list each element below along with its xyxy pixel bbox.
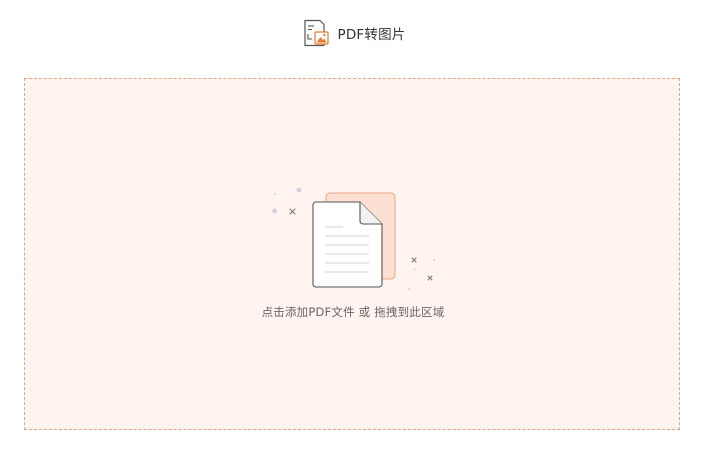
sparkle-dot-icon xyxy=(413,268,416,271)
sparkle-dot-icon xyxy=(408,288,410,290)
header: PDF转图片 xyxy=(0,0,710,66)
pdf-to-image-icon xyxy=(304,19,330,47)
sparkle-cross-icon xyxy=(427,275,433,281)
header-title-group: PDF转图片 xyxy=(302,19,405,47)
sparkle-cross-icon xyxy=(289,208,296,215)
sparkle-dot-icon xyxy=(274,193,276,195)
document-icon xyxy=(312,201,383,288)
sparkle-dot-icon xyxy=(296,187,302,193)
file-drop-zone[interactable]: 点击添加PDF文件 或 拖拽到此区域 xyxy=(24,78,680,430)
drop-zone-hint: 点击添加PDF文件 或 拖拽到此区域 xyxy=(261,305,445,319)
page-title: PDF转图片 xyxy=(337,27,406,43)
sparkle-dot-icon xyxy=(433,259,435,261)
sparkle-cross-icon xyxy=(411,257,417,263)
document-upload-illustration xyxy=(272,187,435,290)
sparkle-dot-icon xyxy=(272,208,277,214)
